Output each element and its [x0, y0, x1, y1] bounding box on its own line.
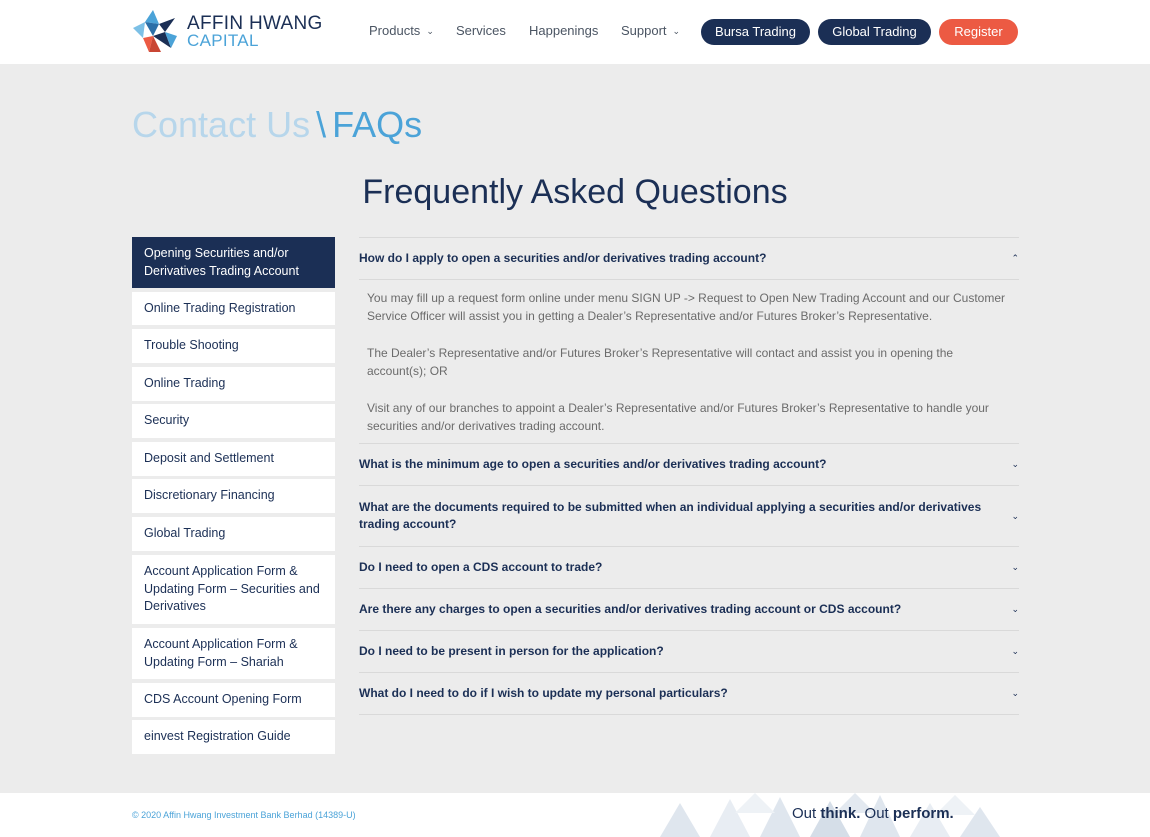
sidebar-item-global-trading[interactable]: Global Trading — [132, 517, 335, 551]
sidebar-item-application-form-securities[interactable]: Account Application Form & Updating Form… — [132, 555, 335, 624]
breadcrumb-separator: \ — [316, 104, 327, 145]
chevron-down-icon: ⌄ — [1011, 646, 1019, 656]
faq-question-text: How do I apply to open a securities and/… — [359, 250, 767, 265]
chevron-down-icon: ⌄ — [1011, 510, 1019, 521]
faq-question-text: What are the documents required to be su… — [359, 499, 982, 532]
sidebar-item-opening-account[interactable]: Opening Securities and/or Derivatives Tr… — [132, 237, 335, 288]
faq-answer-paragraph: Visit any of our branches to appoint a D… — [367, 401, 989, 433]
footer: © 2020 Affin Hwang Investment Bank Berha… — [0, 793, 1150, 837]
nav-support-label: Support — [621, 23, 667, 38]
faq-answer: You may fill up a request form online un… — [359, 279, 1019, 443]
chevron-down-icon: ⌄ — [1011, 604, 1019, 614]
faq-question[interactable]: What do I need to do if I wish to update… — [359, 672, 1019, 714]
chevron-down-icon: ⌄ — [1011, 562, 1019, 572]
faq-question-open[interactable]: How do I apply to open a securities and/… — [359, 237, 1019, 279]
sidebar-item-trouble-shooting[interactable]: Trouble Shooting — [132, 329, 335, 363]
faq-question-text: Do I need to open a CDS account to trade… — [359, 559, 603, 574]
brand-name-line2: CAPITAL — [187, 31, 259, 50]
chevron-up-icon: ⌃ — [1011, 253, 1019, 263]
faq-question[interactable]: Do I need to open a CDS account to trade… — [359, 546, 1019, 588]
breadcrumb-contact-us[interactable]: Contact Us — [132, 104, 310, 145]
brand-logo[interactable]: AFFIN HWANG CAPITAL — [131, 8, 322, 56]
sidebar-item-online-trading-registration[interactable]: Online Trading Registration — [132, 292, 335, 325]
logo-star-icon — [133, 10, 177, 52]
register-button[interactable]: Register — [939, 19, 1018, 45]
tagline-think: think. — [820, 805, 861, 822]
tagline-out: Out — [792, 805, 821, 822]
sidebar-item-online-trading[interactable]: Online Trading — [132, 367, 335, 401]
sidebar-item-cds-account-form[interactable]: CDS Account Opening Form — [132, 683, 335, 717]
nav-support[interactable]: Support ⌄ — [621, 23, 680, 38]
faq-answer-paragraph: The Dealer’s Representative and/or Futur… — [367, 346, 954, 378]
faq-question[interactable]: What are the documents required to be su… — [359, 485, 1019, 546]
breadcrumb-faqs: FAQs — [332, 104, 423, 145]
breadcrumb: Contact Us \ FAQs — [132, 104, 422, 146]
faq-answer-paragraph: You may fill up a request form online un… — [367, 291, 1006, 323]
sidebar-item-einvest-guide[interactable]: einvest Registration Guide — [132, 720, 335, 754]
bursa-trading-button[interactable]: Bursa Trading — [701, 19, 810, 45]
nav-products-label: Products — [369, 23, 421, 38]
nav-products[interactable]: Products ⌄ — [369, 23, 434, 38]
page-title: Frequently Asked Questions — [362, 173, 788, 211]
nav-services[interactable]: Services — [456, 23, 506, 38]
global-trading-button[interactable]: Global Trading — [818, 19, 931, 45]
tagline-out: Out — [860, 805, 893, 822]
sidebar-item-discretionary-financing[interactable]: Discretionary Financing — [132, 479, 335, 513]
chevron-down-icon: ⌄ — [672, 26, 681, 36]
chevron-down-icon: ⌄ — [1011, 459, 1019, 469]
chevron-down-icon: ⌄ — [1011, 688, 1019, 698]
sidebar-item-application-form-shariah[interactable]: Account Application Form & Updating Form… — [132, 628, 335, 679]
faq-question[interactable]: Are there any charges to open a securiti… — [359, 588, 1019, 630]
chevron-down-icon: ⌄ — [426, 26, 434, 36]
copyright-text: © 2020 Affin Hwang Investment Bank Berha… — [132, 810, 356, 820]
brand-tagline: Out think. Out perform. — [792, 805, 954, 822]
faq-question-text: What do I need to do if I wish to update… — [359, 685, 728, 700]
faq-question[interactable]: Do I need to be present in person for th… — [359, 630, 1019, 672]
faq-question[interactable]: What is the minimum age to open a securi… — [359, 443, 1019, 485]
faq-divider — [359, 714, 1019, 715]
sidebar-item-deposit-settlement[interactable]: Deposit and Settlement — [132, 442, 335, 476]
nav-happenings[interactable]: Happenings — [529, 23, 598, 38]
faq-question-text: Are there any charges to open a securiti… — [359, 601, 902, 616]
tagline-perform: perform. — [892, 805, 954, 822]
sidebar-item-security[interactable]: Security — [132, 404, 335, 438]
faq-question-text: Do I need to be present in person for th… — [359, 643, 664, 658]
faq-question-text: What is the minimum age to open a securi… — [359, 456, 827, 471]
top-navigation-bar: AFFIN HWANG CAPITAL Products ⌄ Services H… — [0, 0, 1150, 64]
